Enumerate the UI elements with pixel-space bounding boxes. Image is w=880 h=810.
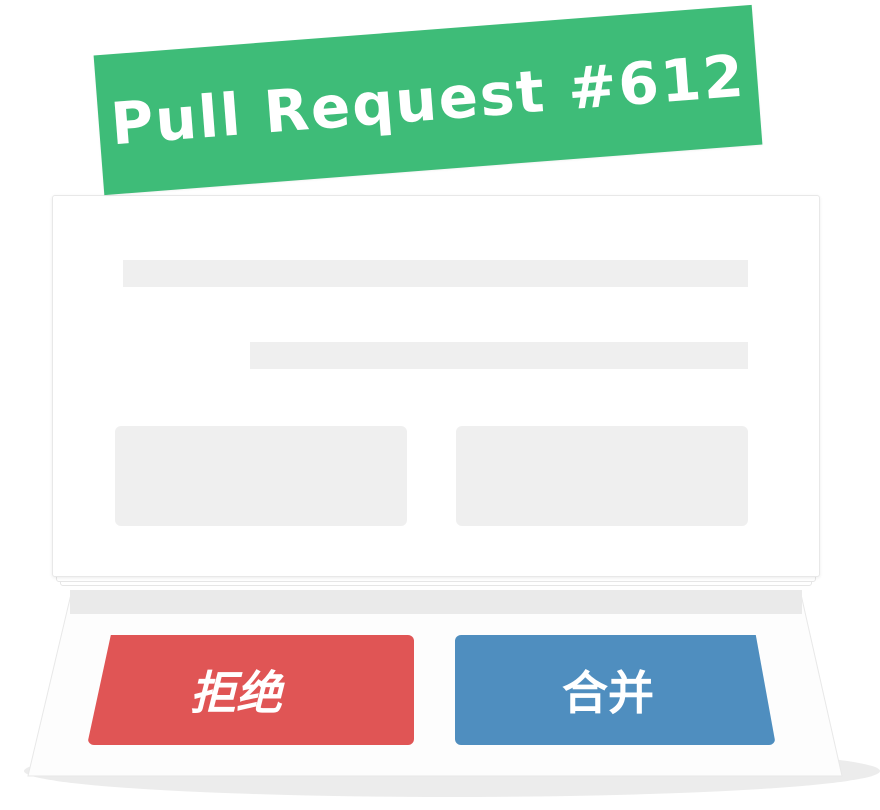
- merge-button[interactable]: 合并: [455, 635, 775, 745]
- reject-button[interactable]: 拒绝: [88, 635, 414, 745]
- placeholder-text-line: [250, 342, 748, 369]
- pull-request-banner: Pull Request #612: [93, 4, 763, 196]
- pull-request-card: [52, 195, 820, 577]
- placeholder-block: [456, 426, 748, 526]
- merge-button-label: 合并: [562, 666, 654, 720]
- placeholder-text-line: [123, 260, 748, 287]
- banner-title: Pull Request #612: [108, 41, 748, 159]
- reject-button-label: 拒绝: [190, 666, 282, 720]
- placeholder-block: [115, 426, 407, 526]
